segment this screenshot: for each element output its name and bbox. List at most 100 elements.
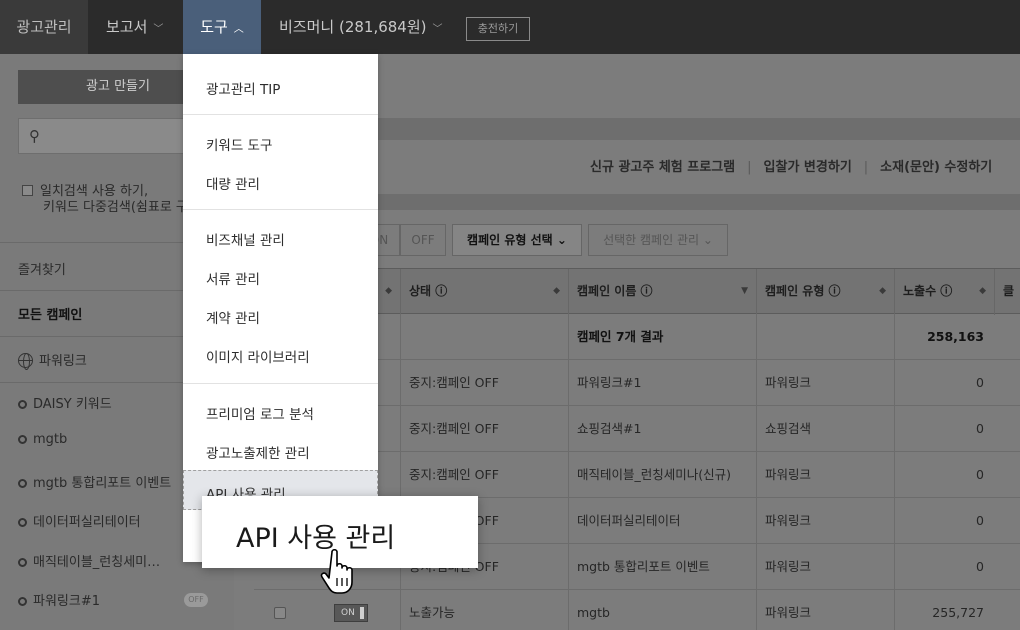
exact-search-checkbox[interactable] bbox=[22, 185, 33, 196]
link-change-bid[interactable]: 입찰가 변경하기 bbox=[764, 160, 852, 175]
summary-impressions: 258,163 bbox=[894, 314, 994, 360]
cell-campaign-type: 파워링크 bbox=[756, 590, 894, 630]
menu-item-documents[interactable]: 서류 관리 bbox=[206, 268, 260, 288]
campaign-dot-icon bbox=[18, 558, 27, 567]
campaign-dot-icon bbox=[18, 479, 27, 488]
sort-icon: ◆ bbox=[553, 286, 560, 296]
sidebar-item-label: mgtb bbox=[33, 432, 68, 447]
sidebar-item-label: 파워링크 bbox=[39, 354, 87, 369]
campaign-type-label: 캠페인 유형 선택 bbox=[467, 233, 553, 247]
row-checkbox[interactable] bbox=[274, 607, 286, 619]
cell-campaign-type: 쇼핑검색 bbox=[756, 406, 894, 452]
sidebar-campaign-item[interactable]: 파워링크#1 bbox=[18, 590, 100, 609]
sidebar-item-label: DAISY 키워드 bbox=[33, 397, 112, 412]
divider: | bbox=[747, 160, 752, 175]
nav-ad-manage-label: 광고관리 bbox=[16, 18, 72, 36]
cell-status: 중지:캠페인 OFF bbox=[400, 452, 568, 498]
sidebar-campaign-item[interactable]: 매직테이블_런칭세미… bbox=[18, 551, 160, 570]
cell-campaign-type: 파워링크 bbox=[756, 498, 894, 544]
link-edit-creative[interactable]: 소재(문안) 수정하기 bbox=[880, 160, 992, 175]
cell-campaign-name[interactable]: 데이터퍼실리테이터 bbox=[568, 498, 756, 544]
sidebar-campaign-item[interactable]: DAISY 키워드 bbox=[18, 393, 112, 412]
off-button[interactable]: OFF bbox=[400, 224, 446, 256]
callout-label: API 사용 관리 bbox=[236, 523, 396, 554]
column-header-status[interactable]: 상태 ⓘ ◆ bbox=[400, 269, 568, 315]
cell-status: 노출가능 bbox=[400, 590, 568, 630]
campaign-dot-icon bbox=[18, 435, 27, 444]
chevron-up-icon: ︿ bbox=[233, 24, 244, 35]
nav-bizmoney[interactable]: 비즈머니 (281,684원) ﹀ bbox=[279, 0, 443, 54]
cell-campaign-type: 파워링크 bbox=[756, 360, 894, 406]
exact-search-label-1: 일치검색 사용 하기, bbox=[40, 184, 149, 199]
header-label: 캠페인 유형 ⓘ bbox=[765, 284, 841, 298]
divider bbox=[183, 209, 378, 210]
menu-item-image-library[interactable]: 이미지 라이브러리 bbox=[206, 346, 310, 366]
cell-impressions: 255,727 bbox=[894, 590, 994, 630]
column-header-campaign-type[interactable]: 캠페인 유형 ⓘ ◆ bbox=[756, 269, 894, 315]
cell-impressions: 0 bbox=[894, 544, 994, 590]
menu-item-ad-tip[interactable]: 광고관리 TIP bbox=[206, 78, 280, 98]
table-cell: ON bbox=[254, 590, 400, 630]
cell-status: 중지:캠페인 OFF bbox=[400, 406, 568, 452]
charge-button[interactable]: 충전하기 bbox=[466, 17, 530, 41]
sort-icon: ◆ bbox=[879, 286, 886, 296]
sidebar-campaign-item[interactable]: mgtb 통합리포트 이벤트 bbox=[18, 472, 171, 491]
header-label: 캠페인 이름 ⓘ bbox=[577, 284, 653, 298]
hand-pointer-icon bbox=[320, 548, 353, 594]
nav-report[interactable]: 보고서 ﹀ bbox=[106, 0, 163, 54]
sidebar-campaign-item[interactable]: 데이터퍼실리테이터 bbox=[18, 511, 141, 530]
cell-impressions: 0 bbox=[894, 452, 994, 498]
campaign-dot-icon bbox=[18, 518, 27, 527]
column-header-campaign-name[interactable]: 캠페인 이름 ⓘ ▼ bbox=[568, 269, 756, 315]
exact-search-option[interactable]: 일치검색 사용 하기, 키워드 다중검색(쉼표로 구 bbox=[22, 184, 188, 216]
header-label: 클 bbox=[1003, 284, 1015, 298]
menu-item-exposure-limit[interactable]: 광고노출제한 관리 bbox=[206, 442, 310, 462]
nav-tools-label: 도구 bbox=[200, 18, 228, 36]
nav-tools[interactable]: 도구 ︿ bbox=[183, 0, 261, 54]
column-header-clicks[interactable]: 클 bbox=[994, 269, 1020, 315]
sort-icon: ◆ bbox=[979, 286, 986, 296]
sidebar-item-all-campaigns[interactable]: 모든 캠페인 bbox=[18, 304, 82, 323]
menu-item-bulk-manage[interactable]: 대량 관리 bbox=[206, 173, 260, 193]
menu-item-premium-log[interactable]: 프리미엄 로그 분석 bbox=[206, 403, 314, 423]
header-label: 상태 ⓘ bbox=[409, 284, 448, 298]
cell-campaign-name[interactable]: mgtb bbox=[568, 590, 756, 630]
table-row[interactable]: ON 노출가능 mgtb 파워링크 255,727 bbox=[254, 590, 1020, 630]
divider: | bbox=[863, 160, 869, 175]
divider bbox=[183, 383, 378, 384]
menu-item-bizchannel[interactable]: 비즈채널 관리 bbox=[206, 229, 285, 249]
globe-icon bbox=[18, 353, 33, 370]
manage-selected-button[interactable]: 선택한 캠페인 관리 ⌄ bbox=[588, 224, 728, 256]
cell-campaign-name[interactable]: 쇼핑검색#1 bbox=[568, 406, 756, 452]
menu-item-contracts[interactable]: 계약 관리 bbox=[206, 307, 260, 327]
column-header-impressions[interactable]: 노출수 ⓘ ◆ bbox=[894, 269, 994, 315]
quick-links: 신규 광고주 체험 프로그램 | 입찰가 변경하기 | 소재(문안) 수정하기 bbox=[590, 156, 992, 175]
nav-ad-manage[interactable]: 광고관리 bbox=[0, 0, 88, 54]
top-navigation: 광고관리 보고서 ﹀ 도구 ︿ 비즈머니 (281,684원) ﹀ 충전하기 bbox=[0, 0, 1020, 54]
header-label: 노출수 ⓘ bbox=[903, 284, 953, 298]
manage-selected-label: 선택한 캠페인 관리 bbox=[603, 233, 700, 247]
cell-campaign-name[interactable]: 매직테이블_런칭세미나(신규) bbox=[568, 452, 756, 498]
sidebar-item-label: 데이터퍼실리테이터 bbox=[33, 515, 141, 530]
sort-desc-icon: ▼ bbox=[741, 286, 748, 296]
on-off-toggle[interactable]: ON bbox=[334, 604, 368, 622]
link-new-advertiser-program[interactable]: 신규 광고주 체험 프로그램 bbox=[590, 160, 735, 175]
cell-campaign-name[interactable]: 파워링크#1 bbox=[568, 360, 756, 406]
sidebar-campaign-item[interactable]: mgtb bbox=[18, 432, 67, 447]
campaign-type-select[interactable]: 캠페인 유형 선택 ⌄ bbox=[452, 224, 582, 256]
menu-item-keyword-tool[interactable]: 키워드 도구 bbox=[206, 134, 272, 154]
chevron-down-icon: ⌄ bbox=[556, 233, 567, 247]
cell-campaign-name[interactable]: mgtb 통합리포트 이벤트 bbox=[568, 544, 756, 590]
campaign-dot-icon bbox=[18, 400, 27, 409]
divider bbox=[183, 114, 378, 115]
sidebar-item-label: 매직테이블_런칭세미… bbox=[33, 555, 161, 570]
chevron-down-icon: ﹀ bbox=[153, 24, 164, 35]
tools-dropdown-menu: 광고관리 TIP 키워드 도구 대량 관리 비즈채널 관리 서류 관리 계약 관… bbox=[183, 54, 378, 562]
cell-impressions: 0 bbox=[894, 406, 994, 452]
status-badge: OFF bbox=[184, 593, 208, 607]
sidebar-item-powerlink[interactable]: 파워링크 bbox=[18, 350, 87, 370]
sidebar-item-label: mgtb 통합리포트 이벤트 bbox=[33, 476, 172, 491]
sort-icon: ◆ bbox=[385, 286, 392, 296]
sidebar-item-favorites[interactable]: 즐겨찾기 bbox=[18, 259, 66, 278]
cell-campaign-type: 파워링크 bbox=[756, 544, 894, 590]
